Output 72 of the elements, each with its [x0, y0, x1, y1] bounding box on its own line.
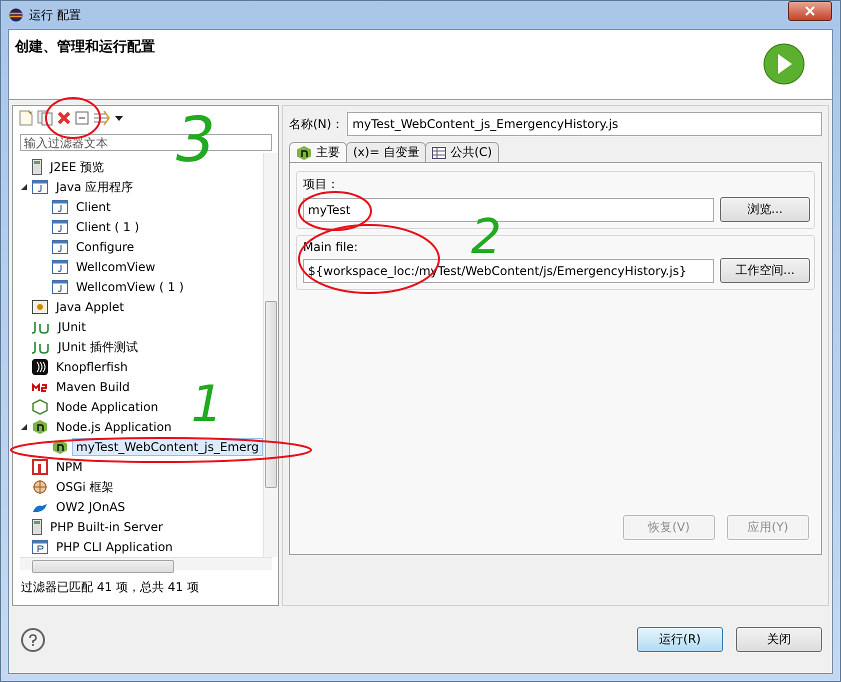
scrollbar[interactable] [263, 153, 278, 558]
node-hexagon-icon [32, 399, 48, 416]
group-label: 项目： [303, 176, 340, 193]
delete-icon[interactable] [57, 111, 71, 126]
tree-item[interactable]: WellcomView ( 1 ) [72, 278, 188, 296]
collapse-all-icon[interactable] [75, 111, 89, 126]
tree-item[interactable]: WellcomView [72, 258, 160, 276]
tree-item[interactable]: JUnit [54, 318, 90, 336]
maven-icon [32, 382, 48, 392]
tab[interactable]: 主要 [289, 142, 347, 162]
php-window-icon [32, 540, 48, 554]
tree-item[interactable]: OW2 JOnAS [52, 498, 130, 516]
new-document-icon[interactable] [19, 110, 33, 126]
tree-item[interactable]: PHP Built-in Server [46, 518, 167, 536]
java-class-icon [52, 200, 68, 214]
dropdown-caret-icon[interactable] [115, 116, 123, 121]
tree-item[interactable]: OSGi 框架 [52, 476, 118, 498]
tree-item[interactable]: Configure [72, 238, 138, 256]
tab[interactable]: (x)= 自变量 [346, 142, 426, 162]
tree-item[interactable]: NPM [52, 458, 87, 476]
copy-icon[interactable] [37, 110, 53, 126]
server-icon [32, 159, 42, 176]
tree-item[interactable]: Node.js Application [52, 418, 176, 436]
table-icon [432, 146, 446, 158]
horizontal-scrollbar[interactable] [20, 557, 272, 570]
tab[interactable]: 公共(C) [425, 142, 500, 162]
node-hexagon-icon [32, 419, 48, 436]
java-class-icon [52, 260, 68, 274]
java-class-icon [52, 280, 68, 294]
name-field[interactable]: myTest_WebContent_js_EmergencyHistory.js [347, 112, 822, 136]
tree-item[interactable]: Maven Build [52, 378, 134, 396]
tree-item[interactable]: myTest_WebContent_js_Emerg [72, 438, 263, 456]
browse-button[interactable]: 工作空间... [720, 258, 810, 283]
filter-arrows-icon[interactable] [93, 110, 111, 126]
name-label: 名称(N)： [289, 116, 344, 132]
node-hexagon-icon [296, 144, 312, 160]
java-class-icon [52, 240, 68, 254]
crosshair-icon [32, 479, 48, 496]
tree-item[interactable]: PHP CLI Application [52, 538, 177, 556]
browse-button[interactable]: 浏览... [720, 197, 810, 222]
npm-icon [32, 459, 48, 476]
knopflerfish-icon [32, 359, 48, 376]
help-icon[interactable] [21, 628, 45, 652]
node-hexagon-icon [52, 439, 68, 456]
run-icon [762, 42, 806, 86]
dialog-button[interactable]: 关闭 [736, 627, 822, 652]
java-class-icon [32, 180, 48, 194]
app-logo-icon [9, 8, 23, 22]
expanded-arrow-icon[interactable] [20, 423, 28, 432]
tree-item[interactable]: JUnit 插件测试 [54, 336, 142, 358]
junit-icon [32, 340, 50, 354]
junit-icon [32, 320, 50, 334]
tree-item[interactable]: J2EE 预览 [46, 156, 108, 178]
close-button[interactable] [788, 1, 832, 21]
filter-status: 过滤器已匹配 41 项，总共 41 项 [21, 579, 200, 596]
server-icon [32, 519, 42, 536]
tree-item[interactable]: Knopflerfish [52, 358, 132, 376]
expanded-arrow-icon[interactable] [20, 183, 28, 192]
java-class-icon [52, 220, 68, 234]
tree-item[interactable]: Client ( 1 ) [72, 218, 144, 236]
dialog-button[interactable]: 运行(R) [637, 627, 723, 652]
tree-item[interactable]: Java Applet [52, 298, 128, 316]
tree-item[interactable]: Node Application [52, 398, 162, 416]
annotation-circle [45, 97, 101, 139]
window-title: 运行 配置 [29, 6, 81, 24]
close-icon[interactable] [805, 6, 815, 16]
dialog-heading: 创建、管理和运行配置 [15, 38, 155, 57]
tree-item[interactable]: Client [72, 198, 115, 216]
annotation-number: 1 [191, 375, 223, 433]
applet-icon [32, 300, 48, 314]
tree-item[interactable]: Java 应用程序 [52, 176, 138, 198]
bird-icon [32, 501, 48, 514]
